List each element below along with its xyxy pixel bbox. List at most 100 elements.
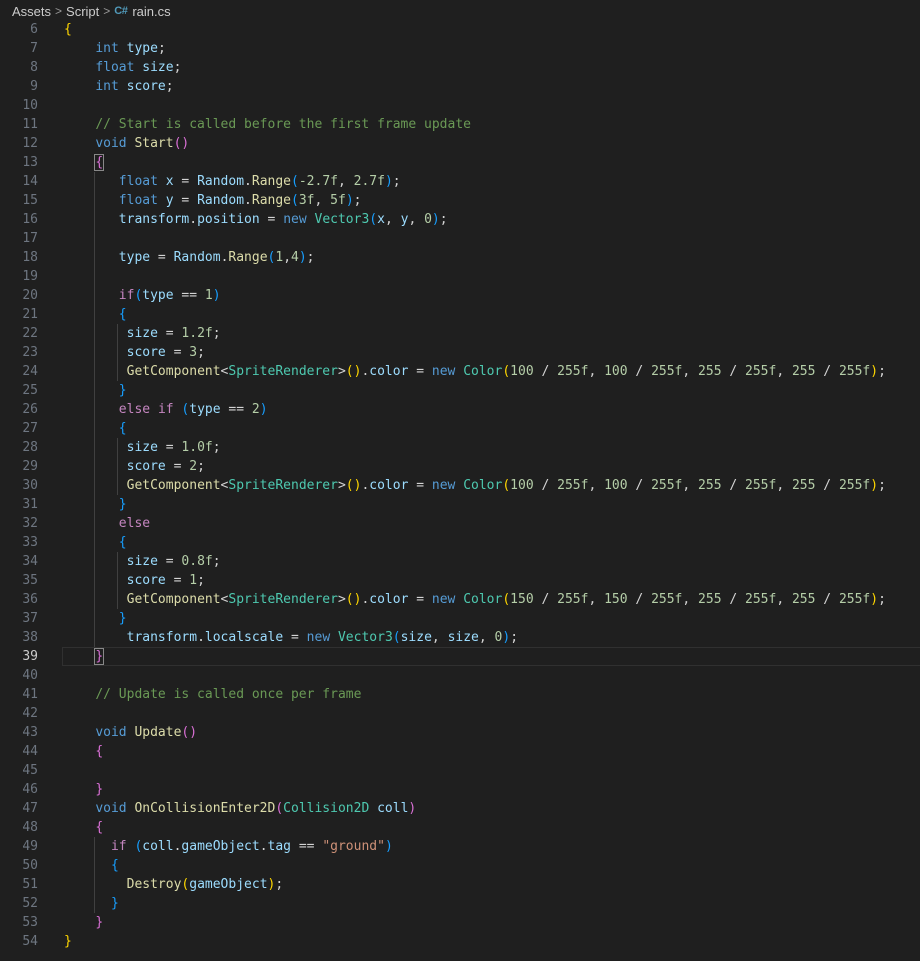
code-token: , [588, 364, 605, 379]
code-line[interactable]: 37 } [0, 609, 920, 628]
code-token: 255f [557, 592, 589, 607]
code-line[interactable]: 15 float y = Random.Range(3f, 5f); [0, 191, 920, 210]
code-line[interactable]: 30 GetComponent<SpriteRenderer>().color … [0, 476, 920, 495]
code-token: / [533, 478, 558, 493]
line-number: 39 [22, 649, 38, 664]
code-line[interactable]: 35 score = 1; [0, 571, 920, 590]
code-token: = [173, 193, 198, 208]
code-token: 2 [189, 459, 198, 474]
code-line[interactable]: 11 // Start is called before the first f… [0, 115, 920, 134]
code-token: ; [173, 60, 182, 75]
code-token: ) [259, 402, 268, 417]
code-line[interactable]: 54} [0, 932, 920, 951]
code-token: () [181, 725, 198, 740]
code-token: / [721, 592, 746, 607]
code-line[interactable]: 42 [0, 704, 920, 723]
code-line[interactable]: 40 [0, 666, 920, 685]
code-token: "ground" [322, 839, 385, 854]
code-line[interactable]: 23 score = 3; [0, 343, 920, 362]
code-line[interactable]: 53 } [0, 913, 920, 932]
code-line[interactable]: 13 { [0, 153, 920, 172]
code-token: () [173, 136, 190, 151]
code-token: { [118, 307, 127, 322]
code-line[interactable]: 14 float x = Random.Range(-2.7f, 2.7f); [0, 172, 920, 191]
code-text: // Update is called once per frame [64, 685, 361, 704]
line-number: 30 [22, 478, 38, 493]
code-line[interactable]: 48 { [0, 818, 920, 837]
breadcrumb-item-assets[interactable]: Assets [12, 4, 51, 19]
line-number: 51 [22, 877, 38, 892]
code-line[interactable]: 41 // Update is called once per frame [0, 685, 920, 704]
code-token: Color [463, 364, 503, 379]
code-line[interactable]: 25 } [0, 381, 920, 400]
code-line[interactable]: 21 { [0, 305, 920, 324]
code-line[interactable]: 19 [0, 267, 920, 286]
code-token: ; [878, 592, 886, 607]
code-line[interactable]: 45 [0, 761, 920, 780]
code-line[interactable]: 27 { [0, 419, 920, 438]
code-line[interactable]: 26 else if (type == 2) [0, 400, 920, 419]
code-token: 100 [510, 364, 534, 379]
code-line[interactable]: 46 } [0, 780, 920, 799]
code-line[interactable]: 10 [0, 96, 920, 115]
code-line[interactable]: 16 transform.position = new Vector3(x, y… [0, 210, 920, 229]
code-line[interactable]: 39 } [0, 647, 920, 666]
code-token: 255f [651, 478, 683, 493]
code-line[interactable]: 29 score = 2; [0, 457, 920, 476]
code-token: > [337, 364, 346, 379]
code-token: { [110, 858, 119, 873]
code-line[interactable]: 28 size = 1.0f; [0, 438, 920, 457]
code-token: 150 [604, 592, 628, 607]
line-number: 46 [22, 782, 38, 797]
line-number: 37 [22, 611, 38, 626]
line-number: 16 [22, 212, 38, 227]
code-line[interactable]: 43 void Update() [0, 723, 920, 742]
code-text: size = 1.2f; [64, 324, 221, 343]
code-line[interactable]: 33 { [0, 533, 920, 552]
code-line[interactable]: 49 if (coll.gameObject.tag == "ground") [0, 837, 920, 856]
code-line[interactable]: 24 GetComponent<SpriteRenderer>().color … [0, 362, 920, 381]
breadcrumb-item-file[interactable]: rain.cs [132, 4, 170, 19]
code-line[interactable]: 18 type = Random.Range(1,4); [0, 248, 920, 267]
code-line[interactable]: 50 { [0, 856, 920, 875]
code-line[interactable]: 9 int score; [0, 77, 920, 96]
code-line[interactable]: 34 size = 0.8f; [0, 552, 920, 571]
code-token: = [165, 459, 190, 474]
code-line[interactable]: 51 Destroy(gameObject); [0, 875, 920, 894]
code-token: ; [157, 41, 166, 56]
code-line[interactable]: 47 void OnCollisionEnter2D(Collision2D c… [0, 799, 920, 818]
code-line[interactable]: 36 GetComponent<SpriteRenderer>().color … [0, 590, 920, 609]
code-line[interactable]: 8 float size; [0, 58, 920, 77]
code-token: SpriteRenderer [228, 364, 338, 379]
code-token: . [259, 839, 268, 854]
code-token: ) [870, 478, 879, 493]
code-token: ) [870, 364, 879, 379]
code-line[interactable]: 31 } [0, 495, 920, 514]
code-line[interactable]: 6{ [0, 20, 920, 39]
code-token: transform [118, 212, 190, 227]
code-line[interactable]: 20 if(type == 1) [0, 286, 920, 305]
code-editor[interactable]: 6{7 int type; 8 float size; 9 int score; 10… [0, 0, 920, 961]
code-token: , [337, 174, 354, 189]
code-token: == [173, 288, 205, 303]
code-line[interactable]: 38 transform.localscale = new Vector3(si… [0, 628, 920, 647]
code-token: 255f [557, 478, 589, 493]
code-line[interactable]: 44 { [0, 742, 920, 761]
code-line[interactable]: 52 } [0, 894, 920, 913]
code-token: ( [502, 478, 511, 493]
breadcrumb-item-script[interactable]: Script [66, 4, 99, 19]
code-line[interactable]: 32 else [0, 514, 920, 533]
code-token: new [431, 592, 456, 607]
code-line[interactable]: 12 void Start() [0, 134, 920, 153]
code-line[interactable]: 22 size = 1.2f; [0, 324, 920, 343]
code-line[interactable]: 7 int type; [0, 39, 920, 58]
code-line[interactable]: 17 [0, 229, 920, 248]
code-token: / [533, 592, 558, 607]
code-token: ( [392, 630, 401, 645]
code-token: 1.2f [181, 326, 213, 341]
